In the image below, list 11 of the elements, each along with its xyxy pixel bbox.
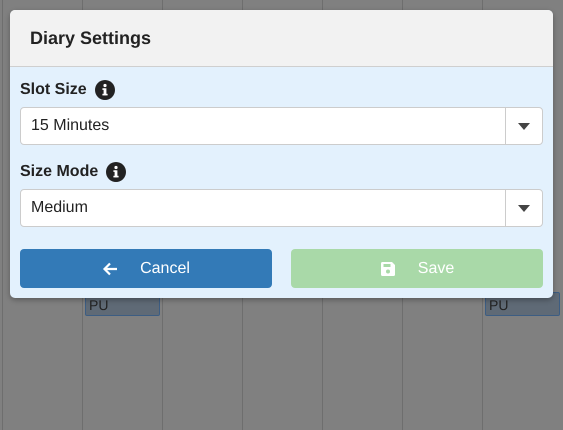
field-label: Slot Size (20, 81, 87, 99)
dropdown-select[interactable]: 15 Minutes (20, 107, 543, 145)
info-icon (106, 162, 126, 182)
caret-icon (518, 122, 530, 130)
cancel-button[interactable]: Cancel (20, 249, 272, 288)
back-arrow-icon (102, 260, 118, 276)
dialog-title: Diary Settings (30, 28, 152, 48)
info-icon (94, 80, 115, 100)
dropdown-select[interactable]: Medium (20, 189, 543, 227)
caret-icon (518, 204, 530, 212)
field-label: Size Mode (20, 163, 98, 181)
